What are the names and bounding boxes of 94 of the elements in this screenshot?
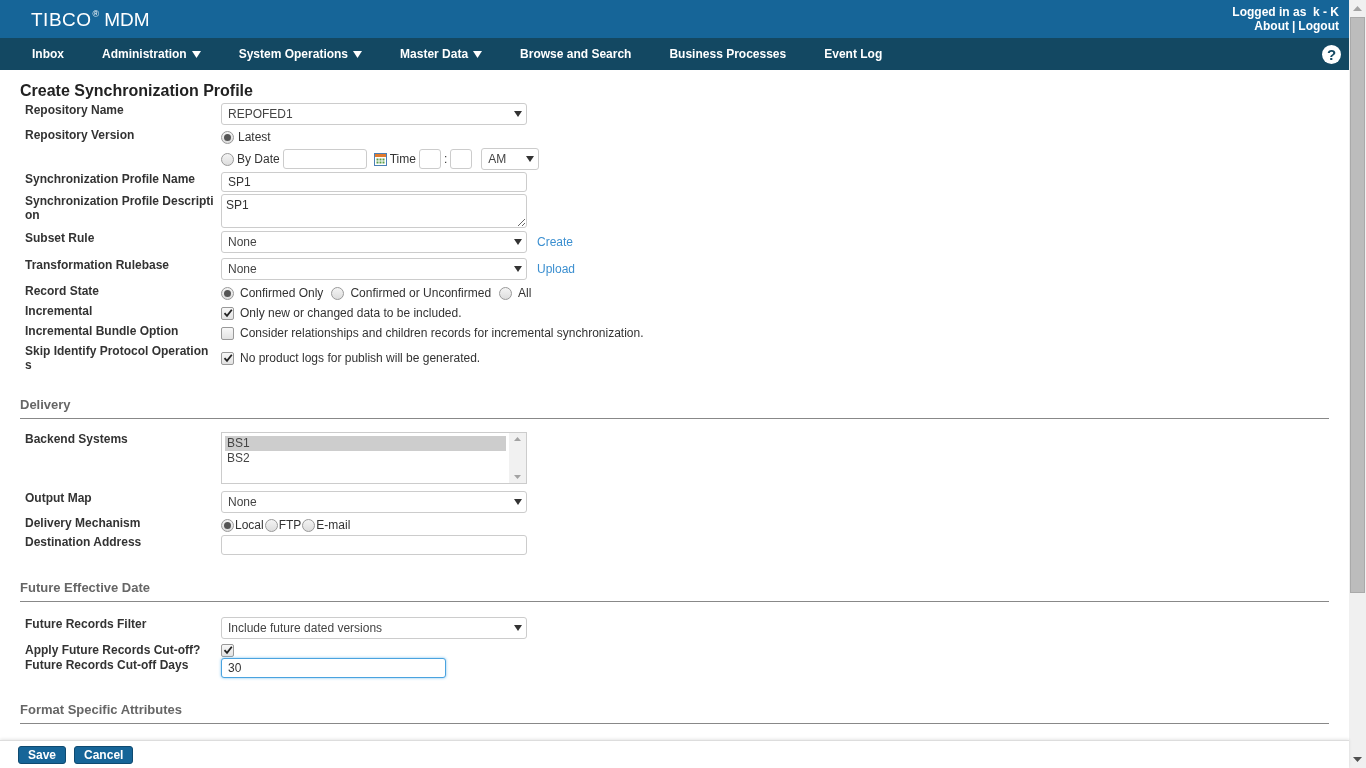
nav-item[interactable]: System Operations: [238, 45, 363, 63]
radio-button[interactable]: [302, 518, 316, 532]
logo: TIBCO: [31, 9, 92, 29]
nav-item[interactable]: Inbox: [32, 45, 64, 63]
checkbox-label: No product logs for publish will be generated.: [240, 350, 481, 367]
field-label: Backend Systems: [25, 432, 129, 446]
list-item[interactable]: BS2: [225, 451, 506, 466]
link-separator: |: [1292, 19, 1296, 33]
checkbox-label: Only new or changed data to be included.: [240, 305, 462, 322]
dropdown-select[interactable]: REPOFED1: [221, 103, 527, 125]
field-label: Output Map: [25, 491, 93, 505]
page-title: Create Synchronization Profile: [20, 81, 254, 100]
radio-label: All: [518, 285, 532, 302]
field-label: Future Records Cut-off Days: [25, 658, 190, 672]
nav-item[interactable]: Business Processes: [669, 45, 787, 63]
field-label: Subset Rule: [25, 231, 96, 245]
scroll-up-icon[interactable]: [514, 437, 521, 441]
scroll-up-icon[interactable]: [1353, 6, 1362, 11]
radio-label: Latest: [238, 129, 271, 146]
field-label: Transformation Rulebase: [25, 258, 171, 272]
logout-link[interactable]: Logout: [1298, 19, 1339, 33]
field-label: Apply Future Records Cut-off?: [25, 643, 202, 657]
scrollbar-thumb[interactable]: [1350, 17, 1365, 593]
checkbox[interactable]: [221, 306, 234, 320]
field-label: Incremental Bundle Option: [25, 324, 180, 338]
footer-button[interactable]: Cancel: [74, 745, 134, 764]
about-link[interactable]: About: [1254, 19, 1289, 33]
checkbox[interactable]: [221, 643, 234, 657]
section-heading: Format Specific Attributes: [20, 702, 184, 717]
radio-label: FTP: [278, 517, 302, 534]
calendar-icon[interactable]: [373, 152, 387, 166]
field-label: Record State: [25, 284, 101, 298]
text-field[interactable]: 30: [221, 658, 446, 678]
text-field[interactable]: SP1: [221, 172, 527, 192]
checkbox[interactable]: [221, 351, 234, 365]
radio-button[interactable]: [221, 286, 234, 300]
dropdown-select[interactable]: Include future dated versions: [221, 617, 527, 639]
help-icon[interactable]: ?: [1322, 44, 1341, 64]
minute-field[interactable]: [450, 149, 473, 169]
field-label: Synchronization Profile Name: [25, 172, 197, 186]
link[interactable]: Upload: [537, 260, 576, 278]
description-textarea[interactable]: SP1: [221, 194, 527, 228]
field-label: Repository Name: [25, 103, 125, 117]
registered-mark: ®: [92, 9, 100, 19]
date-field[interactable]: [282, 149, 367, 169]
link[interactable]: Create: [537, 233, 574, 251]
scroll-down-icon[interactable]: [1353, 757, 1362, 762]
caret-icon: [514, 499, 522, 505]
radio-label: Local: [235, 517, 264, 534]
radio-button[interactable]: [221, 518, 234, 532]
page-scrollbar[interactable]: [1349, 0, 1366, 768]
radio-button[interactable]: [264, 518, 278, 532]
radio-label: Confirmed or Unconfirmed: [350, 285, 492, 302]
list-item[interactable]: BS1: [225, 436, 506, 451]
caret-icon: [514, 239, 522, 245]
nav-item[interactable]: Master Data: [400, 45, 483, 63]
radio-button[interactable]: [221, 130, 234, 144]
footer-button[interactable]: Save: [18, 745, 67, 764]
logged-in-text: Logged in as k - K: [1232, 5, 1339, 19]
field-label: Synchronization Profile Description: [25, 194, 215, 222]
field-label: Skip Identify Protocol Operations: [25, 344, 210, 372]
radio-label: Confirmed Only: [240, 285, 324, 302]
scrollbar[interactable]: [509, 433, 526, 483]
hour-field[interactable]: [418, 149, 441, 169]
dropdown-select[interactable]: None: [221, 258, 527, 280]
field-label: Repository Version: [25, 128, 136, 142]
radio-button[interactable]: [221, 152, 234, 166]
backend-systems-listbox[interactable]: BS1 BS2: [221, 432, 527, 484]
section-heading: Future Effective Date: [20, 580, 152, 595]
text-field[interactable]: [221, 535, 527, 555]
radio-button[interactable]: [331, 286, 345, 300]
radio-label: By Date: [237, 151, 280, 168]
caret-icon: [514, 266, 522, 272]
nav-item[interactable]: Event Log: [824, 45, 883, 63]
product-name: MDM: [104, 9, 150, 29]
dropdown-select[interactable]: None: [221, 491, 527, 513]
time-separator: :: [443, 151, 448, 168]
nav-item[interactable]: Browse and Search: [520, 45, 632, 63]
dropdown-select[interactable]: None: [221, 231, 527, 253]
field-label: Destination Address: [25, 535, 143, 549]
caret-icon: [514, 111, 522, 117]
radio-label: E-mail: [316, 517, 351, 534]
dropdown-select[interactable]: AM: [481, 148, 540, 170]
caret-icon: [514, 625, 522, 631]
field-label: Delivery Mechanism: [25, 516, 142, 530]
field-label: Future Records Filter: [25, 617, 148, 631]
checkbox[interactable]: [221, 326, 234, 340]
caret-icon: [526, 156, 535, 162]
field-label: Incremental: [25, 304, 94, 318]
nav-item[interactable]: Administration: [102, 45, 201, 63]
checkbox-label: Consider relationships and children records for incremental synchronization.: [240, 325, 644, 342]
time-label: Time: [389, 151, 416, 168]
radio-button[interactable]: [499, 286, 513, 300]
section-heading: Delivery: [20, 397, 72, 412]
